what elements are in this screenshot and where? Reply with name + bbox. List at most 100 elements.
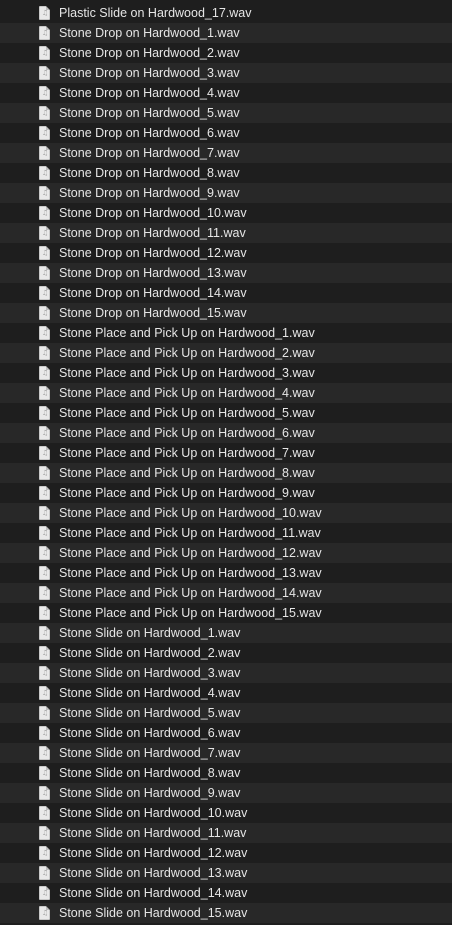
list-item[interactable]: ♫ Stone Drop on Hardwood_10.wav [0, 203, 452, 223]
audio-file-icon: ♫ [39, 866, 50, 880]
audio-file-icon: ♫ [39, 606, 50, 620]
list-item[interactable]: ♫ Stone Place and Pick Up on Hardwood_2.w… [0, 343, 452, 363]
audio-file-icon: ♫ [39, 286, 50, 300]
music-note-icon: ♫ [42, 309, 49, 317]
list-item[interactable]: ♫ Stone Place and Pick Up on Hardwood_14.… [0, 583, 452, 603]
list-item[interactable]: ♫ Stone Drop on Hardwood_9.wav [0, 183, 452, 203]
list-item[interactable]: ♫ Stone Place and Pick Up on Hardwood_10.… [0, 503, 452, 523]
list-item[interactable]: ♫ Stone Place and Pick Up on Hardwood_3.w… [0, 363, 452, 383]
file-name: Stone Slide on Hardwood_7.wav [59, 746, 241, 760]
list-item[interactable]: ♫ Stone Drop on Hardwood_1.wav [0, 23, 452, 43]
file-name: Stone Drop on Hardwood_10.wav [59, 206, 247, 220]
file-name: Stone Drop on Hardwood_1.wav [59, 26, 240, 40]
audio-file-icon: ♫ [39, 446, 50, 460]
list-item[interactable]: ♫ Stone Drop on Hardwood_12.wav [0, 243, 452, 263]
list-item[interactable]: ♫ Stone Slide on Hardwood_11.wav [0, 823, 452, 843]
audio-file-icon: ♫ [39, 386, 50, 400]
file-list: ♫ Plastic Slide on Hardwood_17.wav ♫ Stone … [0, 3, 452, 925]
file-name: Stone Slide on Hardwood_11.wav [59, 826, 247, 840]
list-item[interactable]: ♫ Stone Drop on Hardwood_2.wav [0, 43, 452, 63]
file-name: Stone Slide on Hardwood_3.wav [59, 666, 241, 680]
audio-file-icon: ♫ [39, 146, 50, 160]
list-item[interactable]: ♫ Stone Drop on Hardwood_5.wav [0, 103, 452, 123]
list-item[interactable]: ♫ Stone Drop on Hardwood_4.wav [0, 83, 452, 103]
list-item[interactable]: ♫ Stone Slide on Hardwood_7.wav [0, 743, 452, 763]
list-item[interactable]: ♫ Stone Drop on Hardwood_15.wav [0, 303, 452, 323]
file-name: Stone Place and Pick Up on Hardwood_13.w… [59, 566, 322, 580]
music-note-icon: ♫ [42, 109, 49, 117]
audio-file-icon: ♫ [39, 306, 50, 320]
music-note-icon: ♫ [42, 809, 49, 817]
audio-file-icon: ♫ [39, 466, 50, 480]
file-name: Stone Drop on Hardwood_7.wav [59, 146, 240, 160]
list-item[interactable]: ♫ Plastic Slide on Hardwood_17.wav [0, 3, 452, 23]
list-item[interactable]: ♫ Stone Slide on Hardwood_4.wav [0, 683, 452, 703]
list-item[interactable]: ♫ Stone Slide on Hardwood_6.wav [0, 723, 452, 743]
list-item[interactable]: ♫ Stone Place and Pick Up on Hardwood_8.w… [0, 463, 452, 483]
list-item[interactable]: ♫ Stone Place and Pick Up on Hardwood_13.… [0, 563, 452, 583]
music-note-icon: ♫ [42, 389, 49, 397]
list-item[interactable]: ♫ Stone Drop on Hardwood_13.wav [0, 263, 452, 283]
music-note-icon: ♫ [42, 429, 49, 437]
list-item[interactable]: ♫ Stone Place and Pick Up on Hardwood_11.… [0, 523, 452, 543]
audio-file-icon: ♫ [39, 186, 50, 200]
list-item[interactable]: ♫ Stone Slide on Hardwood_10.wav [0, 803, 452, 823]
list-item[interactable]: ♫ Stone Drop on Hardwood_8.wav [0, 163, 452, 183]
music-note-icon: ♫ [42, 29, 49, 37]
music-note-icon: ♫ [42, 569, 49, 577]
file-name: Stone Slide on Hardwood_2.wav [59, 646, 241, 660]
list-item[interactable]: ♫ Stone Slide on Hardwood_5.wav [0, 703, 452, 723]
list-item[interactable]: ♫ Stone Place and Pick Up on Hardwood_1.w… [0, 323, 452, 343]
file-name: Plastic Slide on Hardwood_17.wav [59, 6, 252, 20]
file-name: Stone Place and Pick Up on Hardwood_4.wa… [59, 386, 315, 400]
audio-file-icon: ♫ [39, 326, 50, 340]
list-item[interactable]: ♫ Stone Place and Pick Up on Hardwood_7.w… [0, 443, 452, 463]
list-item[interactable]: ♫ Stone Drop on Hardwood_11.wav [0, 223, 452, 243]
audio-file-icon: ♫ [39, 226, 50, 240]
audio-file-icon: ♫ [39, 566, 50, 580]
list-item[interactable]: ♫ Stone Place and Pick Up on Hardwood_9.w… [0, 483, 452, 503]
music-note-icon: ♫ [42, 769, 49, 777]
list-item[interactable]: ♫ Stone Slide on Hardwood_12.wav [0, 843, 452, 863]
audio-file-icon: ♫ [39, 906, 50, 920]
audio-file-icon: ♫ [39, 746, 50, 760]
music-note-icon: ♫ [42, 289, 49, 297]
list-item[interactable]: ♫ Stone Drop on Hardwood_6.wav [0, 123, 452, 143]
file-name: Stone Place and Pick Up on Hardwood_11.w… [59, 526, 321, 540]
music-note-icon: ♫ [42, 269, 49, 277]
music-note-icon: ♫ [42, 909, 49, 917]
file-name: Stone Place and Pick Up on Hardwood_3.wa… [59, 366, 315, 380]
file-name: Stone Slide on Hardwood_1.wav [59, 626, 241, 640]
list-item[interactable]: ♫ Stone Slide on Hardwood_3.wav [0, 663, 452, 683]
file-name: Stone Place and Pick Up on Hardwood_8.wa… [59, 466, 315, 480]
list-item[interactable]: ♫ Stone Drop on Hardwood_3.wav [0, 63, 452, 83]
list-item[interactable]: ♫ Stone Drop on Hardwood_14.wav [0, 283, 452, 303]
music-note-icon: ♫ [42, 729, 49, 737]
audio-file-icon: ♫ [39, 66, 50, 80]
list-item[interactable]: ♫ Stone Slide on Hardwood_14.wav [0, 883, 452, 903]
list-item[interactable]: ♫ Stone Slide on Hardwood_1.wav [0, 623, 452, 643]
list-item[interactable]: ♫ Stone Slide on Hardwood_8.wav [0, 763, 452, 783]
music-note-icon: ♫ [42, 849, 49, 857]
audio-file-icon: ♫ [39, 826, 50, 840]
list-item[interactable]: ♫ Stone Place and Pick Up on Hardwood_4.w… [0, 383, 452, 403]
list-item[interactable]: ♫ Stone Place and Pick Up on Hardwood_6.w… [0, 423, 452, 443]
music-note-icon: ♫ [42, 869, 49, 877]
file-name: Stone Drop on Hardwood_3.wav [59, 66, 240, 80]
music-note-icon: ♫ [42, 469, 49, 477]
music-note-icon: ♫ [42, 249, 49, 257]
audio-file-icon: ♫ [39, 686, 50, 700]
list-item[interactable]: ♫ Stone Slide on Hardwood_9.wav [0, 783, 452, 803]
audio-file-icon: ♫ [39, 166, 50, 180]
list-item[interactable]: ♫ Stone Slide on Hardwood_13.wav [0, 863, 452, 883]
audio-file-icon: ♫ [39, 726, 50, 740]
audio-file-icon: ♫ [39, 886, 50, 900]
list-item[interactable]: ♫ Stone Place and Pick Up on Hardwood_12.… [0, 543, 452, 563]
list-item[interactable]: ♫ Stone Slide on Hardwood_15.wav [0, 903, 452, 923]
list-item[interactable]: ♫ Stone Slide on Hardwood_2.wav [0, 643, 452, 663]
list-item[interactable]: ♫ Stone Drop on Hardwood_7.wav [0, 143, 452, 163]
list-item[interactable]: ♫ Stone Place and Pick Up on Hardwood_5.w… [0, 403, 452, 423]
file-name: Stone Place and Pick Up on Hardwood_7.wa… [59, 446, 315, 460]
file-name: Stone Slide on Hardwood_8.wav [59, 766, 241, 780]
list-item[interactable]: ♫ Stone Place and Pick Up on Hardwood_15.… [0, 603, 452, 623]
